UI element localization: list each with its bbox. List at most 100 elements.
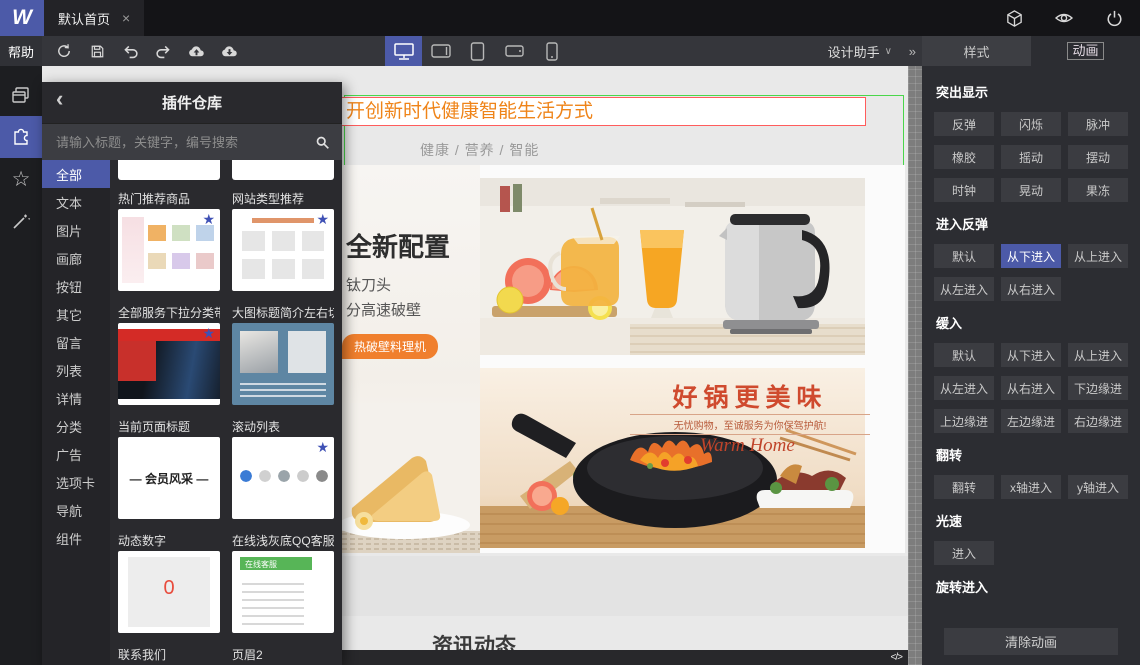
animation-button[interactable]: 默认 (934, 343, 994, 367)
help-button[interactable]: 帮助 (0, 36, 42, 66)
code-view-icon[interactable]: </> (891, 652, 904, 663)
star-badge-icon[interactable]: ★ (202, 212, 215, 226)
animation-button[interactable]: 摆动 (1068, 145, 1128, 169)
design-assistant-dropdown[interactable]: 设计助手 ∨ (828, 36, 892, 66)
banner-section[interactable]: 全新配置 钛刀头 分高速破壁 热破壁料理机 好锅更美味 无忧购物，至诚服务为你保… (342, 165, 905, 553)
category-item[interactable]: 画廊 (42, 244, 110, 272)
category-item[interactable]: 其它 (42, 300, 110, 328)
animation-button[interactable]: 橡胶 (934, 145, 994, 169)
back-chevron-icon[interactable]: ‹ (56, 88, 63, 110)
clear-animation-button[interactable]: 清除动画 (944, 628, 1118, 655)
category-item[interactable]: 分类 (42, 412, 110, 440)
plugin-card[interactable]: 当前页面标题 ★ — 会员风采 — (118, 418, 220, 519)
category-item[interactable]: 详情 (42, 384, 110, 412)
category-item[interactable]: 选项卡 (42, 468, 110, 496)
left-sidebar: ☆ (0, 66, 42, 665)
category-item[interactable]: 列表 (42, 356, 110, 384)
animation-button[interactable]: 从上进入 (1068, 244, 1128, 268)
device-tablet-landscape-icon[interactable] (422, 36, 459, 66)
category-item[interactable]: 广告 (42, 440, 110, 468)
sidebar-plugins-icon[interactable] (0, 116, 42, 158)
redo-icon[interactable] (153, 41, 173, 61)
star-badge-icon[interactable]: ★ (316, 212, 329, 226)
animation-button[interactable]: 默认 (934, 244, 994, 268)
animation-button[interactable]: 左边缘进 (1001, 409, 1061, 433)
plugin-search-input[interactable] (54, 133, 307, 151)
power-icon[interactable] (1104, 8, 1124, 28)
plugin-card[interactable]: 大图标题简介左右切... ★ (232, 304, 334, 405)
animation-button[interactable]: 右边缘进 (1068, 409, 1128, 433)
animation-button[interactable]: 反弹 (934, 112, 994, 136)
search-icon[interactable] (315, 135, 330, 150)
animation-button[interactable]: 从右进入 (1001, 277, 1061, 301)
plugin-card[interactable]: 网站类型推荐 ★ (232, 190, 334, 291)
cloud-upload-icon[interactable] (186, 41, 206, 61)
kettle-banner-image[interactable] (480, 178, 865, 355)
plugin-card-partial[interactable] (232, 160, 334, 180)
category-item[interactable]: 按钮 (42, 272, 110, 300)
plugin-card-title: 页眉2 (232, 648, 263, 662)
refresh-icon[interactable] (54, 41, 74, 61)
category-item[interactable]: 导航 (42, 496, 110, 524)
device-tablet-portrait-icon[interactable] (459, 36, 496, 66)
plugin-card[interactable]: 全部服务下拉分类带... ★ (118, 304, 220, 405)
animation-button[interactable]: 脉冲 (1068, 112, 1128, 136)
news-section-title[interactable]: 资讯动态 (432, 630, 516, 650)
animation-button[interactable]: 从下进入 (1001, 244, 1061, 268)
animation-button[interactable]: 摇动 (1001, 145, 1061, 169)
sidebar-design-wand-icon[interactable] (0, 200, 42, 242)
animation-button[interactable]: x轴进入 (1001, 475, 1061, 499)
animation-button[interactable]: 从上进入 (1068, 343, 1128, 367)
category-item[interactable]: 全部 (42, 160, 110, 188)
animation-button[interactable]: y轴进入 (1068, 475, 1128, 499)
components-cube-icon[interactable] (1004, 8, 1024, 28)
animation-button[interactable]: 从右进入 (1001, 376, 1061, 400)
animation-button[interactable]: 从下进入 (1001, 343, 1061, 367)
animation-button[interactable]: 晃动 (1001, 178, 1061, 202)
animation-button[interactable]: 从左进入 (934, 376, 994, 400)
tab-close-icon[interactable]: × (122, 10, 130, 26)
chevron-down-icon: ∨ (884, 45, 892, 57)
plugin-card[interactable]: 动态数字 ★ 0 (118, 532, 220, 633)
preview-eye-icon[interactable] (1054, 8, 1074, 28)
animation-button[interactable]: 进入 (934, 541, 994, 565)
sidebar-favorites-icon[interactable]: ☆ (0, 158, 42, 200)
plugin-card[interactable]: 页眉2 ★ (232, 646, 334, 665)
animation-button[interactable]: 闪烁 (1001, 112, 1061, 136)
plugin-card[interactable]: 热门推荐商品 ★ (118, 190, 220, 291)
star-badge-icon[interactable]: ★ (202, 326, 215, 340)
canvas-scrollbar[interactable] (908, 66, 922, 665)
animation-button[interactable]: 果冻 (1068, 178, 1128, 202)
animation-button[interactable]: 从左进入 (934, 277, 994, 301)
wok-banner-script-text: Warm Home (700, 435, 795, 456)
plugin-card-title: 大图标题简介左右切... (232, 306, 334, 320)
category-item[interactable]: 文本 (42, 188, 110, 216)
tab-style[interactable]: 样式 (922, 36, 1031, 66)
sidebar-pages-icon[interactable] (0, 74, 42, 116)
animation-button[interactable]: 时钟 (934, 178, 994, 202)
undo-icon[interactable] (120, 41, 140, 61)
device-phone-portrait-icon[interactable] (533, 36, 570, 66)
category-item[interactable]: 组件 (42, 524, 110, 552)
tab-animation[interactable]: 动画 (1031, 36, 1140, 66)
star-badge-icon[interactable]: ★ (316, 440, 329, 454)
save-icon[interactable] (87, 41, 107, 61)
animation-button[interactable]: 下边缘进 (1068, 376, 1128, 400)
selected-title-element[interactable]: 开创新时代健康智能生活方式 (340, 97, 866, 126)
cloud-download-icon[interactable] (219, 41, 239, 61)
plugin-card-title: 滚动列表 (232, 420, 281, 434)
page-tab[interactable]: 默认首页 × (44, 0, 145, 36)
animation-button[interactable]: 上边缘进 (934, 409, 994, 433)
plugin-card[interactable]: 联系我们 ★ (118, 646, 220, 665)
plugin-card[interactable]: 滚动列表 ★ (232, 418, 334, 519)
page-subtitle[interactable]: 健康 / 营养 / 智能 (420, 140, 539, 160)
collapse-panel-chevron[interactable]: » (909, 36, 916, 66)
plugin-card-partial[interactable] (118, 160, 220, 180)
banner-left-blender-ad[interactable]: 全新配置 钛刀头 分高速破壁 热破壁料理机 (342, 165, 480, 553)
plugin-card[interactable]: 在线浅灰底QQ客服 ★ 在线客服 (232, 532, 334, 633)
device-desktop-icon[interactable] (385, 36, 422, 66)
animation-button[interactable]: 翻转 (934, 475, 994, 499)
category-item[interactable]: 留言 (42, 328, 110, 356)
device-phone-landscape-icon[interactable] (496, 36, 533, 66)
category-item[interactable]: 图片 (42, 216, 110, 244)
